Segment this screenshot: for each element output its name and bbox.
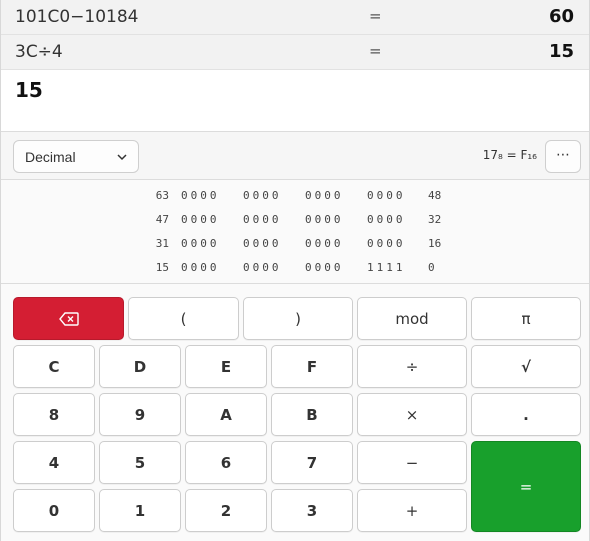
divide-button[interactable]: ÷: [357, 345, 467, 388]
keypad: ( ) mod π C D E F ÷ √ 8 9 A B × . 4 5 6 …: [1, 286, 589, 541]
bit-panel: 63 0000 0000 0000 0000 48 47 0000 0000 0…: [1, 181, 589, 284]
bit-group[interactable]: 0000: [367, 189, 406, 202]
bit-group[interactable]: 0000: [305, 189, 344, 202]
number-base-label: Decimal: [25, 149, 76, 165]
digit-2-button[interactable]: 2: [185, 489, 267, 532]
backspace-icon: [58, 311, 79, 326]
history-equals-sign: =: [369, 42, 382, 60]
entry-value[interactable]: 15: [15, 78, 43, 102]
history-expression: 101C0−10184: [15, 7, 139, 27]
chevron-down-icon: [117, 154, 127, 161]
hex-f-button[interactable]: F: [271, 345, 353, 388]
bit-index-low: 0: [428, 261, 435, 274]
bit-group[interactable]: 0000: [367, 237, 406, 250]
calculator-window: 101C0−10184 = 60 3C÷4 = 15 15 Decimal 17…: [0, 0, 590, 541]
bit-group[interactable]: 0000: [243, 213, 282, 226]
programming-toolbar: Decimal 17₈ = F₁₆ ⋯: [1, 132, 589, 180]
hex-e-button[interactable]: E: [185, 345, 267, 388]
bit-group[interactable]: 0000: [305, 261, 344, 274]
bit-index-low: 32: [428, 213, 442, 226]
subtract-button[interactable]: −: [357, 441, 467, 484]
digit-4-button[interactable]: 4: [13, 441, 95, 484]
bit-group[interactable]: 1111: [367, 261, 406, 274]
bit-group[interactable]: 0000: [305, 213, 344, 226]
number-base-dropdown[interactable]: Decimal: [13, 140, 139, 173]
history-result[interactable]: 15: [549, 41, 574, 62]
close-paren-button[interactable]: ): [243, 297, 353, 340]
bit-index-high: 15: [155, 261, 169, 274]
bit-group[interactable]: 0000: [181, 237, 220, 250]
bit-row: 47 0000 0000 0000 0000 32: [1, 213, 589, 233]
digit-8-button[interactable]: 8: [13, 393, 95, 436]
digit-3-button[interactable]: 3: [271, 489, 353, 532]
base-conversion-label: 17₈ = F₁₆: [482, 148, 537, 162]
digit-5-button[interactable]: 5: [99, 441, 181, 484]
bit-row: 63 0000 0000 0000 0000 48: [1, 189, 589, 209]
open-paren-button[interactable]: (: [128, 297, 239, 340]
digit-1-button[interactable]: 1: [99, 489, 181, 532]
decimal-point-button[interactable]: .: [471, 393, 581, 436]
bit-row: 31 0000 0000 0000 0000 16: [1, 237, 589, 257]
sqrt-button[interactable]: √: [471, 345, 581, 388]
bit-group[interactable]: 0000: [243, 261, 282, 274]
hex-c-button[interactable]: C: [13, 345, 95, 388]
more-options-button[interactable]: ⋯: [545, 140, 581, 173]
history-row[interactable]: 3C÷4 = 15: [1, 35, 589, 70]
hex-b-button[interactable]: B: [271, 393, 353, 436]
bit-group[interactable]: 0000: [181, 213, 220, 226]
backspace-button[interactable]: [13, 297, 124, 340]
bit-group[interactable]: 0000: [367, 213, 406, 226]
bit-group[interactable]: 0000: [181, 189, 220, 202]
bit-index-low: 48: [428, 189, 442, 202]
bit-index-high: 31: [155, 237, 169, 250]
bit-index-high: 63: [155, 189, 169, 202]
bit-index-low: 16: [428, 237, 442, 250]
bit-group[interactable]: 0000: [243, 189, 282, 202]
multiply-button[interactable]: ×: [357, 393, 467, 436]
digit-6-button[interactable]: 6: [185, 441, 267, 484]
add-button[interactable]: +: [357, 489, 467, 532]
mod-button[interactable]: mod: [357, 297, 467, 340]
bit-group[interactable]: 0000: [305, 237, 344, 250]
hex-a-button[interactable]: A: [185, 393, 267, 436]
history-row[interactable]: 101C0−10184 = 60: [1, 0, 589, 35]
digit-9-button[interactable]: 9: [99, 393, 181, 436]
history-result[interactable]: 60: [549, 6, 574, 27]
bit-group[interactable]: 0000: [243, 237, 282, 250]
history-expression: 3C÷4: [15, 42, 63, 62]
bit-group[interactable]: 0000: [181, 261, 220, 274]
digit-0-button[interactable]: 0: [13, 489, 95, 532]
bit-index-high: 47: [155, 213, 169, 226]
equals-button[interactable]: =: [471, 441, 581, 532]
history-equals-sign: =: [369, 7, 382, 25]
digit-7-button[interactable]: 7: [271, 441, 353, 484]
bit-row: 15 0000 0000 0000 1111 0: [1, 261, 589, 281]
hex-d-button[interactable]: D: [99, 345, 181, 388]
pi-button[interactable]: π: [471, 297, 581, 340]
expression-entry[interactable]: 15: [1, 70, 589, 132]
